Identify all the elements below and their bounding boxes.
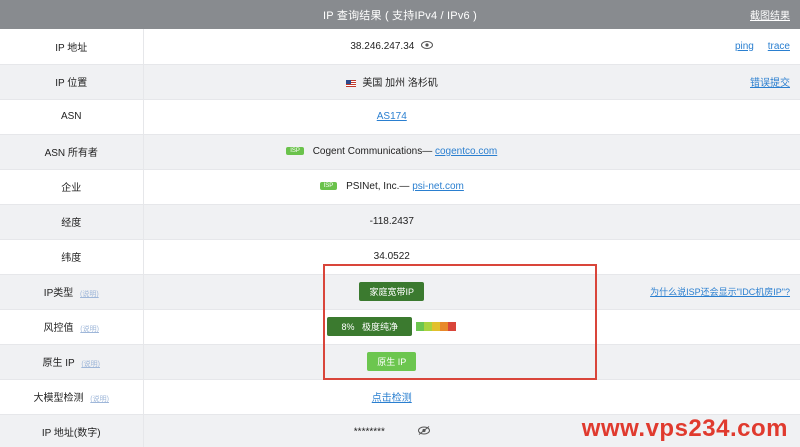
help-link[interactable]: (说明) bbox=[90, 396, 109, 403]
row-label: ASN bbox=[0, 99, 144, 135]
isp-badge: ISP bbox=[319, 182, 338, 191]
table-row: 企业 ISP PSINet, Inc.— psi-net.com bbox=[0, 169, 800, 205]
asn-link[interactable]: AS174 bbox=[377, 111, 407, 122]
isp-badge: ISP bbox=[286, 147, 304, 156]
header-title: IP 查询结果 ( 支持IPv4 / IPv6 ) bbox=[323, 9, 477, 22]
risk-percent: 8% bbox=[341, 322, 355, 332]
row-label: 企业 bbox=[0, 169, 144, 205]
asn-owner-domain-link[interactable]: cogentco.com bbox=[435, 146, 497, 157]
ip-type-badge: 家庭宽带IP bbox=[359, 282, 424, 301]
row-label: IP 位置 bbox=[0, 64, 144, 100]
ip-result-table: IP 地址 38.246.247.34 ping trace IP 位置 美国 … bbox=[0, 29, 800, 447]
watermark: www.vps234.com bbox=[581, 415, 788, 442]
table-row: 纬度 34.0522 bbox=[0, 239, 800, 275]
ai-detect-link[interactable]: 点击检测 bbox=[372, 393, 412, 404]
table-row: ASN AS174 bbox=[0, 99, 800, 135]
risk-level-segment bbox=[416, 322, 425, 331]
risk-level-bar bbox=[416, 322, 457, 331]
longitude-value: -118.2437 bbox=[143, 204, 640, 240]
asn-owner-name: Cogent Communications— bbox=[312, 146, 433, 157]
risk-level-segment bbox=[424, 322, 433, 331]
risk-text: 极度纯净 bbox=[362, 322, 399, 332]
eye-off-icon[interactable] bbox=[417, 425, 430, 438]
native-ip-badge: 原生 IP bbox=[367, 352, 417, 371]
table-row: IP类型 (说明) 家庭宽带IP 为什么说ISP还会显示"IDC机房IP"? bbox=[0, 274, 800, 310]
risk-level-segment bbox=[440, 322, 449, 331]
help-link[interactable]: (说明) bbox=[81, 361, 100, 368]
row-label: IP 地址 bbox=[0, 29, 144, 65]
row-label: ASN 所有者 bbox=[0, 134, 144, 170]
row-label: 经度 bbox=[0, 204, 144, 240]
ip-address-value: 38.246.247.34 bbox=[350, 40, 415, 52]
table-row: 大模型检测 (说明) 点击检测 bbox=[0, 379, 800, 415]
screenshot-link[interactable]: 截图结果 bbox=[750, 7, 790, 22]
result-header: IP 查询结果 ( 支持IPv4 / IPv6 ) 截图结果 bbox=[0, 0, 800, 29]
row-label: 风控值 bbox=[43, 323, 74, 334]
company-domain-link[interactable]: psi-net.com bbox=[412, 181, 464, 192]
risk-score: 8% 极度纯净 bbox=[327, 317, 457, 336]
ping-link[interactable]: ping bbox=[735, 41, 754, 52]
row-label: 大模型检测 bbox=[33, 393, 84, 404]
us-flag-icon bbox=[345, 79, 356, 87]
help-link[interactable]: (说明) bbox=[80, 326, 99, 333]
company-name: PSINet, Inc.— bbox=[346, 181, 410, 192]
row-label: IP类型 bbox=[43, 288, 74, 299]
row-label: 原生 IP bbox=[42, 358, 75, 369]
table-row: 经度 -118.2437 bbox=[0, 204, 800, 240]
table-row: IP 地址 38.246.247.34 ping trace bbox=[0, 29, 800, 65]
table-row: 风控值 (说明) 8% 极度纯净 bbox=[0, 309, 800, 345]
eye-icon[interactable] bbox=[421, 40, 434, 52]
location-value: 美国 加州 洛杉矶 bbox=[362, 78, 438, 89]
table-row: IP 位置 美国 加州 洛杉矶 错误提交 bbox=[0, 64, 800, 100]
row-label: 纬度 bbox=[0, 239, 144, 275]
ip-number-value: ******** bbox=[353, 426, 385, 438]
risk-level-segment bbox=[432, 322, 441, 331]
report-error-link[interactable]: 错误提交 bbox=[750, 78, 790, 89]
help-link[interactable]: (说明) bbox=[80, 291, 99, 298]
idc-question-link[interactable]: 为什么说ISP还会显示"IDC机房IP"? bbox=[650, 287, 790, 297]
row-label: IP 地址(数字) bbox=[0, 414, 144, 447]
risk-level-segment bbox=[448, 322, 457, 331]
latitude-value: 34.0522 bbox=[143, 239, 640, 275]
table-row: 原生 IP (说明) 原生 IP bbox=[0, 344, 800, 380]
risk-score-box: 8% 极度纯净 bbox=[327, 317, 413, 336]
trace-link[interactable]: trace bbox=[768, 41, 790, 52]
table-row: ASN 所有者 ISP Cogent Communications— cogen… bbox=[0, 134, 800, 170]
